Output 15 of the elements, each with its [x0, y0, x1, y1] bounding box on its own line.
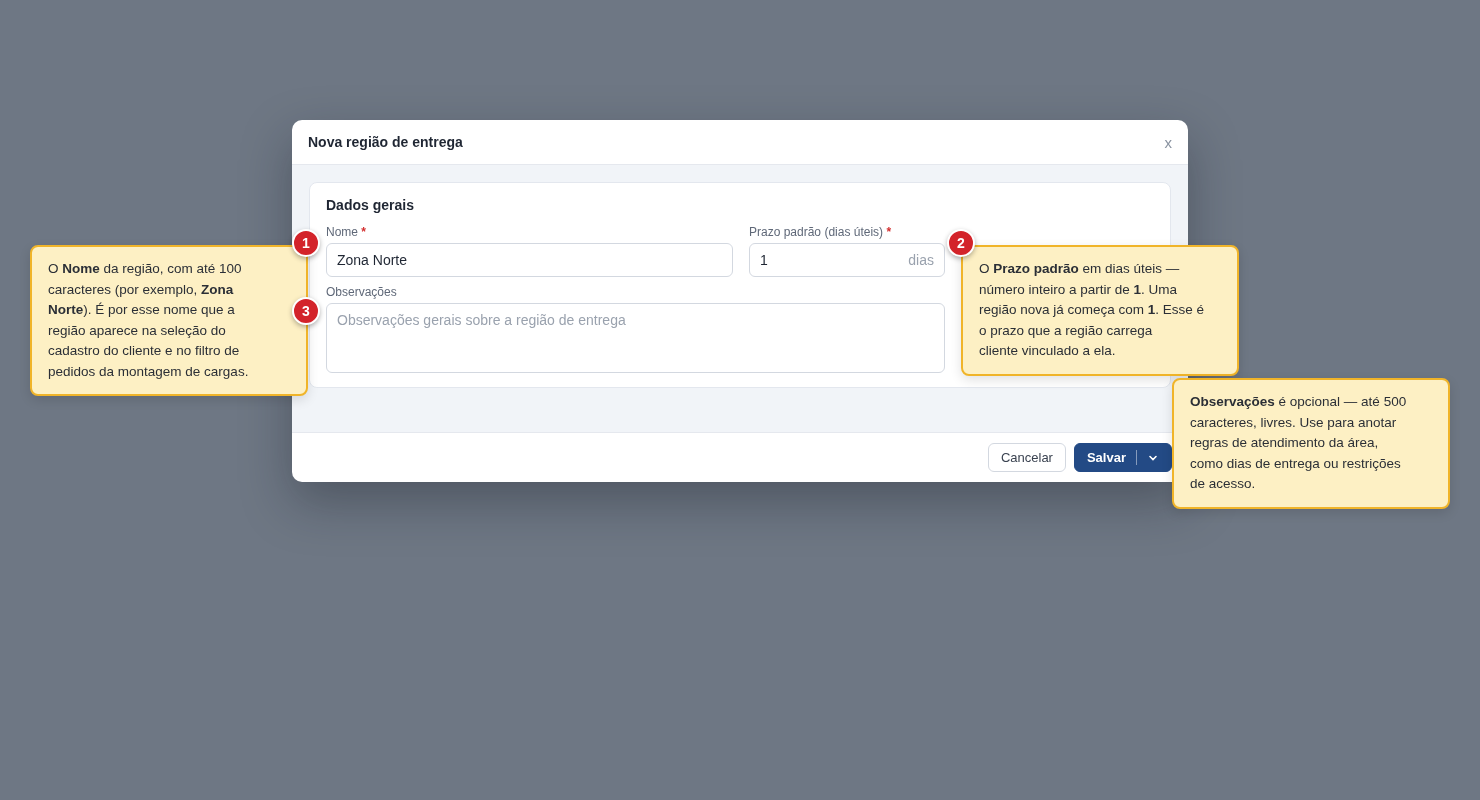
- required-mark: *: [886, 225, 892, 239]
- callout-text: O Prazo padrão em dias úteis — número inteiro a partir de 1. Uma região nova já começa com 1. Esse é o prazo que a região carrega cliente vinculado a ela.: [979, 260, 1206, 360]
- field-label: Prazo padrão (dias úteis) *: [749, 225, 893, 239]
- field-label: Nome *: [326, 225, 368, 239]
- unit-suffix: dias: [908, 252, 934, 268]
- required-mark: *: [361, 225, 367, 239]
- callout-text: Observações é opcional — até 500 caracteres, livres. Use para anotar regras de atendimento da área, como dias de entrega ou restrições de acesso.: [1190, 393, 1408, 493]
- number-field[interactable]: 1 dias: [749, 243, 945, 277]
- input-field[interactable]: Zona Norte: [326, 243, 733, 277]
- dialog-title: Nova região de entrega: [308, 134, 463, 150]
- section-title: Dados gerais: [326, 197, 415, 213]
- cancel-button[interactable]: Cancelar: [987, 443, 1066, 472]
- save-button[interactable]: Salvar: [1073, 443, 1172, 472]
- field-label: Observações: [326, 285, 398, 299]
- callout-text: O Nome da região, com até 100 caracteres (por exemplo, Zona Norte). É por esse nome que a região aparece na seleção do cadastro do cliente e no filtro de pedidos da montagem de cargas.: [48, 260, 250, 381]
